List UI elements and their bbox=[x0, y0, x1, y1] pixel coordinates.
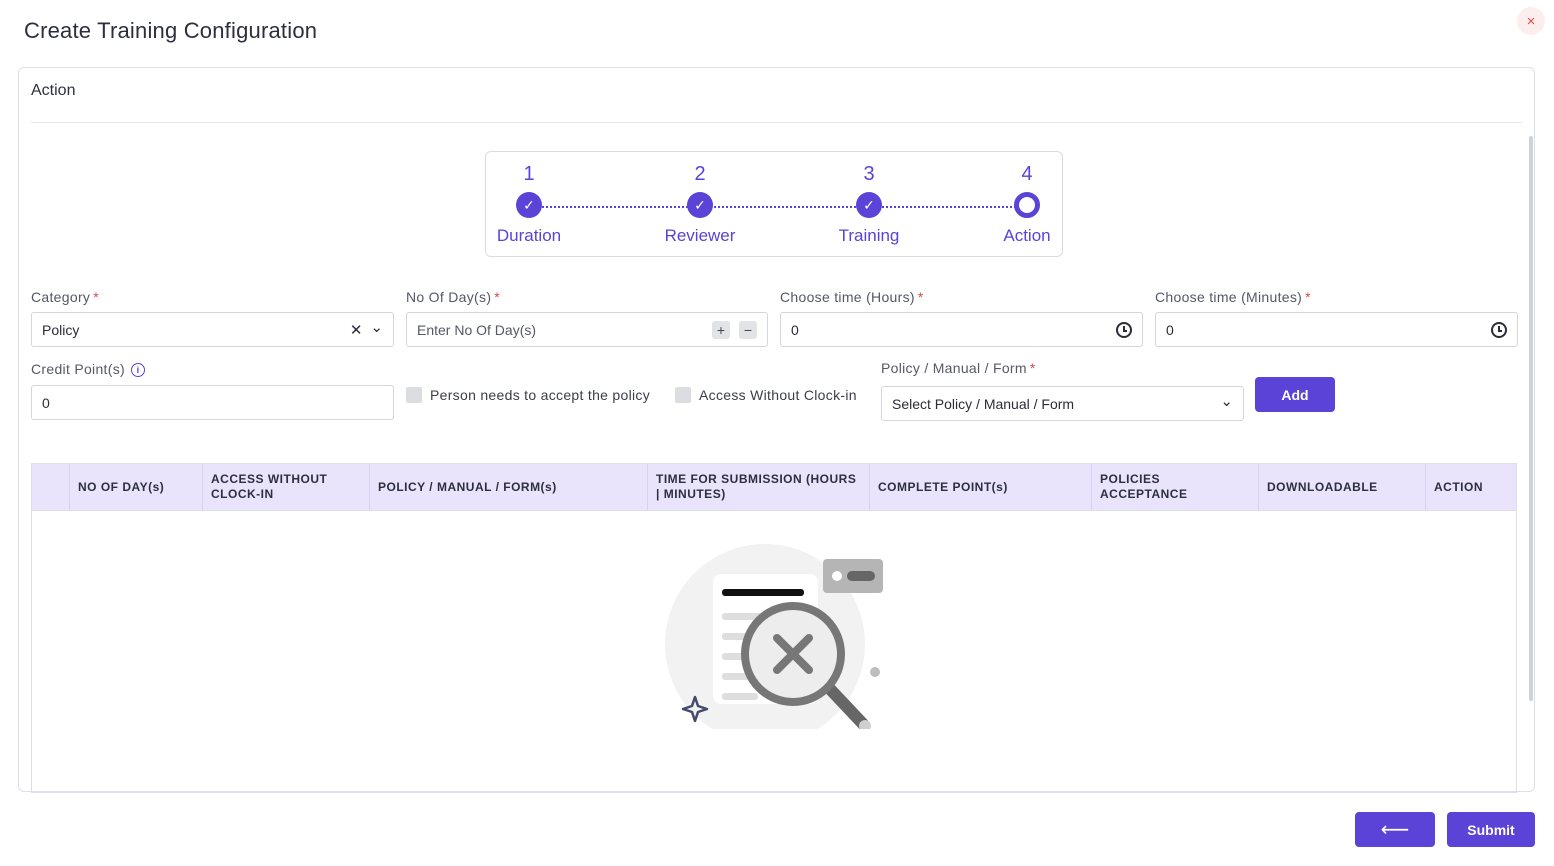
required-mark: * bbox=[917, 289, 924, 305]
access-without-clockin-checkbox[interactable]: Access Without Clock-in bbox=[675, 387, 857, 403]
days-label-text: No Of Day(s) bbox=[406, 289, 492, 305]
table-header-action: ACTION bbox=[1434, 479, 1483, 494]
step-training[interactable]: 3 ✓ Training bbox=[814, 162, 924, 246]
step-duration[interactable]: 1 ✓ Duration bbox=[474, 162, 584, 246]
hours-input[interactable]: 0 bbox=[780, 312, 1143, 347]
required-mark: * bbox=[1305, 289, 1311, 305]
minus-icon[interactable]: − bbox=[739, 320, 757, 339]
policy-label-text: Policy / Manual / Form bbox=[881, 360, 1027, 376]
hours-label-text: Choose time (Hours) bbox=[780, 289, 915, 305]
close-icon: × bbox=[1526, 12, 1536, 30]
category-label: Category * bbox=[31, 289, 99, 305]
credit-label: Credit Point(s) i bbox=[31, 361, 145, 378]
table-header-access: ACCESS WITHOUT CLOCK-IN bbox=[203, 464, 370, 510]
table-header-time: TIME FOR SUBMISSION (HOURS | MINUTES) bbox=[648, 464, 870, 510]
credit-input[interactable]: 0 bbox=[31, 385, 394, 420]
close-button[interactable]: × bbox=[1517, 7, 1545, 35]
info-icon[interactable]: i bbox=[130, 363, 145, 378]
hours-value: 0 bbox=[791, 321, 799, 338]
step-reviewer[interactable]: 2 ✓ Reviewer bbox=[645, 162, 755, 246]
required-mark: * bbox=[93, 289, 99, 305]
stepper-line bbox=[530, 206, 1028, 208]
submit-button[interactable]: Submit bbox=[1447, 812, 1535, 847]
required-mark: * bbox=[494, 289, 501, 305]
table-header-policy: POLICY / MANUAL / FORM(s) bbox=[370, 464, 648, 510]
stepper: 1 ✓ Duration 2 ✓ Reviewer 3 ✓ Training 4… bbox=[485, 151, 1063, 257]
step-label: Duration bbox=[496, 226, 562, 245]
category-value: Policy bbox=[42, 321, 80, 338]
current-step-icon bbox=[1014, 192, 1040, 218]
config-table: NO OF DAY(s) ACCESS WITHOUT CLOCK-IN POL… bbox=[31, 463, 1517, 793]
required-mark: * bbox=[1029, 360, 1036, 376]
check-icon: ✓ bbox=[856, 192, 882, 218]
days-placeholder: Enter No Of Day(s) bbox=[417, 321, 537, 338]
policy-placeholder: Select Policy / Manual / Form bbox=[892, 395, 1075, 412]
table-header-acceptance: POLICIES ACCEPTANCE bbox=[1092, 464, 1259, 510]
chevron-down-icon: ⌄ bbox=[370, 318, 383, 336]
table-header-select bbox=[32, 464, 70, 510]
plus-icon[interactable]: + bbox=[712, 320, 730, 339]
card-header: Action bbox=[31, 68, 1522, 123]
check-icon: ✓ bbox=[687, 192, 713, 218]
modal-title: Create Training Configuration bbox=[24, 18, 318, 43]
days-label: No Of Day(s) * bbox=[406, 289, 500, 305]
scrollbar[interactable] bbox=[1529, 136, 1533, 701]
step-number: 1 bbox=[523, 163, 535, 185]
step-label: Action bbox=[1003, 226, 1051, 245]
check-icon: ✓ bbox=[516, 192, 542, 218]
access-without-clockin-label: Access Without Clock-in bbox=[699, 387, 857, 403]
table-header-days: NO OF DAY(s) bbox=[70, 464, 203, 510]
back-button[interactable]: ⟵ bbox=[1355, 812, 1435, 847]
step-number: 3 bbox=[863, 163, 875, 185]
clock-icon[interactable] bbox=[1116, 321, 1132, 338]
clock-icon[interactable] bbox=[1491, 321, 1507, 338]
credit-value: 0 bbox=[42, 394, 50, 411]
clear-icon[interactable]: ✕ bbox=[350, 321, 363, 339]
accept-policy-label: Person needs to accept the policy bbox=[430, 387, 651, 403]
checkbox-box[interactable] bbox=[406, 387, 422, 403]
table-header-downloadable: DOWNLOADABLE bbox=[1259, 464, 1426, 510]
minutes-label: Choose time (Minutes) * bbox=[1155, 289, 1311, 305]
minutes-input[interactable]: 0 bbox=[1155, 312, 1518, 347]
card-header-title: Action bbox=[31, 82, 76, 99]
step-label: Reviewer bbox=[664, 226, 736, 245]
policy-select[interactable]: Select Policy / Manual / Form ⌄ bbox=[881, 386, 1244, 421]
accept-policy-checkbox[interactable]: Person needs to accept the policy bbox=[406, 387, 650, 403]
step-label: Training bbox=[838, 226, 900, 245]
no-data-illustration bbox=[665, 544, 883, 729]
add-button[interactable]: Add bbox=[1255, 377, 1335, 412]
table-header: NO OF DAY(s) ACCESS WITHOUT CLOCK-IN POL… bbox=[32, 464, 1516, 511]
hours-label: Choose time (Hours) * bbox=[780, 289, 924, 305]
step-number: 2 bbox=[694, 163, 706, 185]
step-action[interactable]: 4 Action bbox=[972, 162, 1082, 246]
category-select[interactable]: Policy ✕ ⌄ bbox=[31, 312, 394, 347]
policy-label: Policy / Manual / Form * bbox=[881, 360, 1036, 376]
credit-label-text: Credit Point(s) bbox=[31, 361, 125, 377]
step-number: 4 bbox=[1021, 163, 1033, 185]
category-label-text: Category bbox=[31, 289, 91, 305]
chevron-down-icon: ⌄ bbox=[1220, 392, 1233, 410]
checkbox-box[interactable] bbox=[675, 387, 691, 403]
days-stepper[interactable]: Enter No Of Day(s) + − bbox=[406, 312, 768, 347]
minutes-label-text: Choose time (Minutes) bbox=[1155, 289, 1303, 305]
minutes-value: 0 bbox=[1166, 321, 1174, 338]
arrow-left-icon: ⟵ bbox=[1380, 819, 1410, 841]
table-header-points: COMPLETE POINT(s) bbox=[870, 464, 1092, 510]
